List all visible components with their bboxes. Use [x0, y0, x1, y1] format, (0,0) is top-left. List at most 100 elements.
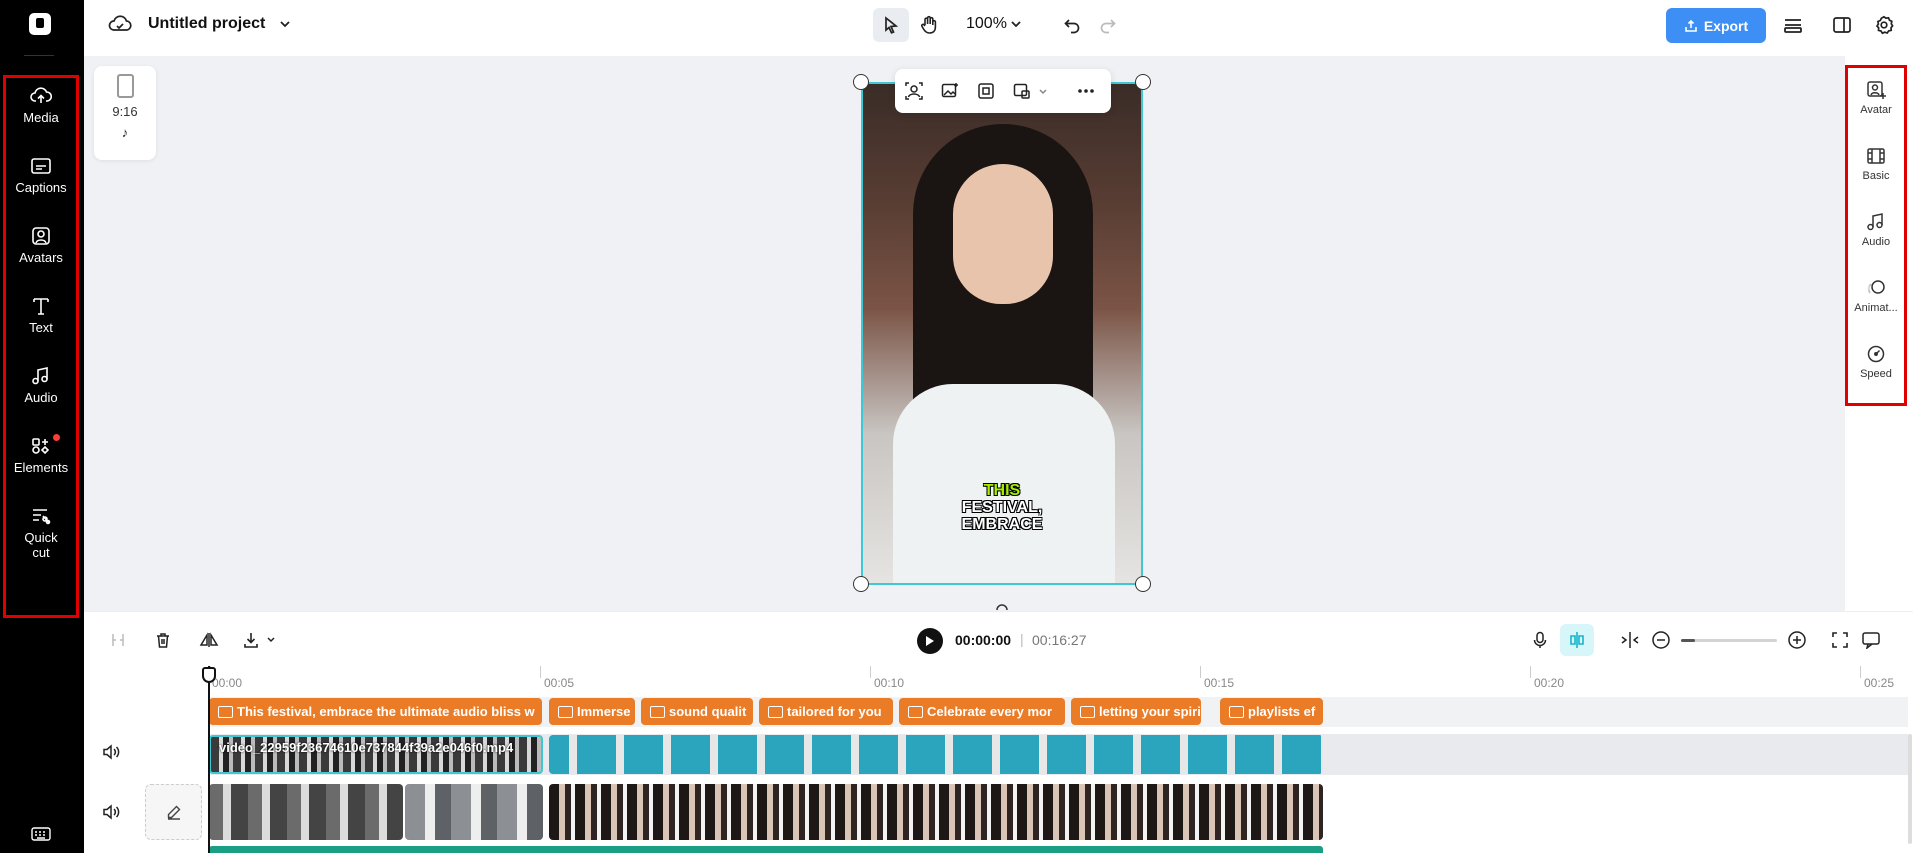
keyboard-icon[interactable]: [31, 826, 51, 842]
caption-clip[interactable]: Immerse: [549, 698, 635, 725]
redo-button[interactable]: [1090, 8, 1126, 42]
ruler-mark: [540, 666, 541, 678]
zoom-level[interactable]: 100%: [966, 15, 1007, 33]
remove-background-button[interactable]: [903, 80, 925, 102]
ruler-label: 00:25: [1864, 676, 1895, 690]
add-image-button[interactable]: [939, 80, 961, 102]
replace-chevron-down-icon[interactable]: [1038, 87, 1048, 97]
zoom-in-button[interactable]: [1786, 629, 1808, 651]
playhead-handle[interactable]: [202, 667, 216, 683]
nav-media[interactable]: Media: [6, 86, 76, 125]
chevron-down-icon[interactable]: [278, 17, 292, 31]
replace-button[interactable]: [1011, 80, 1033, 102]
time-separator: |: [1020, 631, 1024, 647]
nav-avatars[interactable]: Avatars: [6, 226, 76, 265]
aspect-ratio-card[interactable]: 9:16 ♪: [94, 66, 156, 160]
caption-clip[interactable]: playlists ef: [1220, 698, 1323, 725]
notification-dot: [53, 434, 60, 441]
zoom-out-button[interactable]: [1650, 629, 1672, 651]
record-voice-button[interactable]: [1529, 629, 1551, 651]
cloud-sync-icon[interactable]: [108, 14, 132, 34]
hand-tool-button[interactable]: [911, 8, 947, 42]
undo-button[interactable]: [1054, 8, 1090, 42]
resize-handle-bottom-left[interactable]: [853, 576, 869, 592]
timeline-zoom-slider[interactable]: [1681, 639, 1777, 642]
split-at-playhead-button[interactable]: [1619, 629, 1641, 651]
zoom-slider-fill: [1681, 639, 1695, 642]
caption-clip[interactable]: Celebrate every mor: [899, 698, 1065, 725]
layers-button[interactable]: [1775, 8, 1811, 42]
text-icon: [33, 298, 49, 315]
flip-button[interactable]: [198, 629, 220, 651]
app-logo[interactable]: [29, 13, 51, 35]
delete-button[interactable]: [152, 629, 174, 651]
auto-snap-toggle[interactable]: [1560, 624, 1594, 656]
audio-track-clip[interactable]: [209, 846, 1323, 853]
timeline-scrollbar[interactable]: [1908, 734, 1912, 844]
video-clip[interactable]: [549, 735, 1323, 774]
caption-overlay[interactable]: THIS FESTIVAL, EMBRACE: [863, 482, 1141, 533]
panel-basic[interactable]: Basic: [1848, 146, 1904, 182]
download-button[interactable]: [240, 629, 262, 651]
nav-audio-label: Audio: [24, 390, 58, 405]
flip-icon: [199, 632, 219, 647]
ruler-mark: [1200, 666, 1201, 678]
nav-audio[interactable]: Audio: [6, 366, 76, 405]
nav-quick-cut-label: Quick: [24, 530, 58, 545]
video-clip-selected[interactable]: video_22959f23674610e737844f39a2e046f0.m…: [209, 735, 543, 774]
floating-toolbar: [895, 69, 1111, 113]
elements-icon: [32, 438, 50, 455]
export-button[interactable]: Export: [1666, 8, 1766, 43]
left-nav-group: Media Captions Avatars Text Audio Elemen…: [3, 75, 79, 618]
nav-captions[interactable]: Captions: [6, 156, 76, 195]
panel-animation[interactable]: Animat...: [1848, 278, 1904, 314]
caption-clip[interactable]: tailored for you: [759, 698, 893, 725]
panel-audio[interactable]: Audio: [1848, 212, 1904, 248]
playhead[interactable]: [208, 666, 210, 853]
panel-avatar[interactable]: Avatar: [1848, 80, 1904, 116]
select-tool-button[interactable]: [873, 8, 909, 42]
caption-clip[interactable]: sound qualit: [641, 698, 753, 725]
ruler-mark: [1860, 666, 1861, 678]
layers-icon: [1784, 19, 1802, 33]
play-button[interactable]: [917, 628, 943, 654]
caption-clip[interactable]: This festival, embrace the ultimate audi…: [209, 698, 542, 725]
cover-edit-button[interactable]: [145, 784, 202, 840]
panel-toggle-button[interactable]: [1824, 8, 1860, 42]
crop-button[interactable]: [975, 80, 997, 102]
top-bar: Untitled project 100% Export: [84, 0, 1913, 56]
track-volume-icon[interactable]: [102, 744, 120, 760]
cursor-icon: [885, 16, 899, 34]
ruler-label: 00:20: [1534, 676, 1565, 690]
settings-button[interactable]: [1866, 8, 1902, 42]
preview-canvas[interactable]: 9:16 ♪ THIS FESTIVAL, EMBRACE: [84, 56, 1845, 611]
more-options-button[interactable]: [1075, 80, 1097, 102]
main-track-volume-icon[interactable]: [102, 804, 120, 820]
panel-speed[interactable]: Speed: [1848, 344, 1904, 380]
split-button[interactable]: [107, 629, 129, 651]
video-preview[interactable]: THIS FESTIVAL, EMBRACE: [861, 82, 1143, 585]
right-properties-panel: Avatar Basic Audio Animat... Speed: [1845, 65, 1907, 406]
feedback-button[interactable]: [1860, 629, 1882, 651]
project-title[interactable]: Untitled project: [148, 15, 265, 33]
media-clip[interactable]: [405, 784, 543, 840]
fullscreen-button[interactable]: [1829, 629, 1851, 651]
media-clip[interactable]: [209, 784, 403, 840]
nav-text[interactable]: Text: [6, 296, 76, 335]
resize-handle-bottom-right[interactable]: [1135, 576, 1151, 592]
caption-clip[interactable]: letting your spirit s: [1071, 698, 1201, 725]
timeline-toolbar: 00:00:00 | 00:16:27: [84, 611, 1913, 666]
timeline[interactable]: 00:00 00:05 00:10 00:15 00:20 00:25 This…: [84, 666, 1913, 853]
resize-handle-top-left[interactable]: [853, 74, 869, 90]
image-add-icon: [941, 83, 958, 98]
nav-elements[interactable]: Elements: [6, 434, 76, 475]
resize-handle-top-right[interactable]: [1135, 74, 1151, 90]
nav-quick-cut[interactable]: Quick cut: [6, 506, 76, 560]
download-chevron-down-icon[interactable]: [266, 635, 276, 645]
rotate-handle-icon[interactable]: [993, 598, 1011, 612]
download-icon: [244, 633, 258, 648]
zoom-chevron-down-icon[interactable]: [1010, 18, 1022, 30]
person-cutout-icon: [905, 82, 923, 100]
media-clip[interactable]: [549, 784, 1323, 840]
zoom-in-icon: [1788, 631, 1806, 649]
